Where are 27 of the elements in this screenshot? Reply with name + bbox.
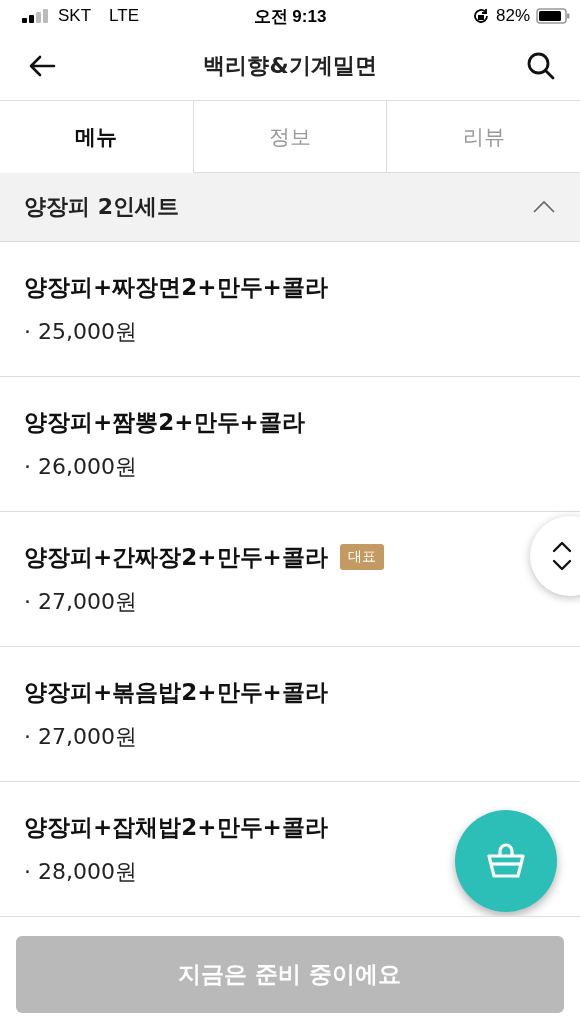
- item-price: · 26,000원: [24, 452, 137, 481]
- item-price: · 27,000원: [24, 722, 137, 751]
- section-header[interactable]: 양장피 2인세트: [0, 173, 580, 242]
- item-name: 양장피+볶음밥2+만두+콜라: [24, 677, 328, 707]
- rotation-lock-icon: [471, 7, 490, 25]
- search-icon[interactable]: [526, 51, 556, 81]
- item-price: · 28,000원: [24, 857, 137, 886]
- basket-icon: [486, 843, 526, 879]
- item-name: 양장피+짬뽕2+만두+콜라: [24, 407, 305, 437]
- up-down-chevron-icon: [552, 541, 572, 571]
- item-price: · 25,000원: [24, 317, 137, 346]
- item-name: 양장피+잡채밥2+만두+콜라: [24, 812, 328, 842]
- tab[interactable]: 리뷰: [386, 101, 580, 173]
- chevron-up-icon: [532, 200, 556, 214]
- featured-badge: 대표: [339, 544, 384, 570]
- item-name: 양장피+간짜장2+만두+콜라: [24, 542, 328, 572]
- item-name: 양장피+짜장면2+만두+콜라: [24, 272, 328, 302]
- store-title: 백리향&기계밀면: [203, 52, 377, 80]
- item-price: · 27,000원: [24, 587, 137, 616]
- clock-text: 오전 9:13: [253, 5, 327, 28]
- battery-text: 82%: [495, 6, 530, 26]
- carrier-text: SKT: [58, 6, 92, 26]
- battery-icon: [536, 8, 570, 24]
- section-title: 양장피 2인세트: [24, 193, 179, 221]
- network-text: LTE: [109, 6, 139, 26]
- tab[interactable]: 정보: [192, 101, 387, 173]
- back-arrow-icon[interactable]: [28, 54, 56, 78]
